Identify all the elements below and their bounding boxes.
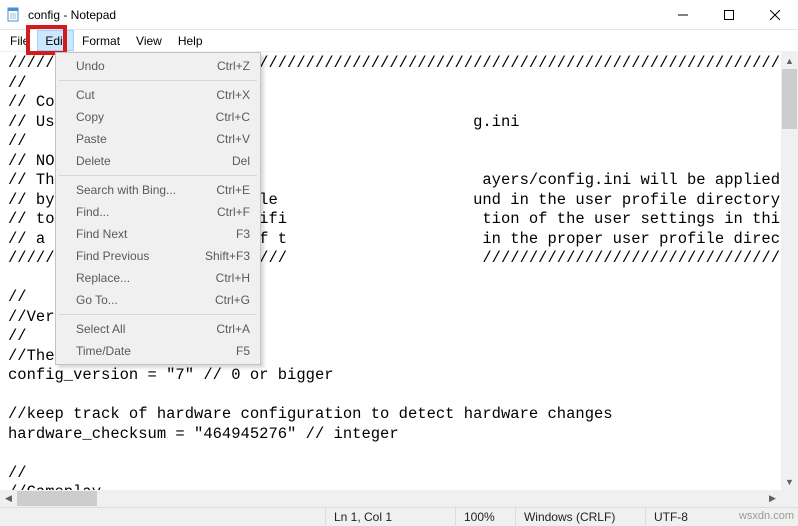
menu-item-cut[interactable]: CutCtrl+X: [58, 84, 258, 106]
menu-item-shortcut: Ctrl+E: [216, 183, 250, 197]
window-title: config - Notepad: [28, 8, 116, 22]
menu-separator: [59, 175, 257, 176]
menu-item-find-previous[interactable]: Find PreviousShift+F3: [58, 245, 258, 267]
menu-item-delete[interactable]: DeleteDel: [58, 150, 258, 172]
menu-item-time-date[interactable]: Time/DateF5: [58, 340, 258, 362]
menu-bar: File Edit Format View Help: [0, 30, 798, 52]
menu-item-paste[interactable]: PasteCtrl+V: [58, 128, 258, 150]
menu-item-label: Go To...: [76, 293, 215, 307]
maximize-button[interactable]: [706, 0, 752, 30]
scroll-left-arrow-icon[interactable]: ◀: [0, 490, 17, 507]
menu-separator: [59, 80, 257, 81]
vertical-scroll-thumb[interactable]: [782, 69, 797, 129]
menu-item-label: Find Previous: [76, 249, 205, 263]
menu-view[interactable]: View: [128, 30, 170, 51]
menu-separator: [59, 314, 257, 315]
menu-item-label: Find...: [76, 205, 217, 219]
menu-item-shortcut: Ctrl+V: [216, 132, 250, 146]
menu-item-label: Time/Date: [76, 344, 236, 358]
status-bar: Ln 1, Col 1 100% Windows (CRLF) UTF-8 ws…: [0, 507, 798, 526]
menu-item-label: Replace...: [76, 271, 216, 285]
edit-menu-dropdown: UndoCtrl+ZCutCtrl+XCopyCtrl+CPasteCtrl+V…: [55, 52, 261, 365]
notepad-icon: [6, 7, 22, 23]
menu-edit[interactable]: Edit: [37, 30, 74, 51]
menu-item-shortcut: Ctrl+F: [217, 205, 250, 219]
menu-item-label: Cut: [76, 88, 216, 102]
status-encoding: UTF-8: [645, 508, 735, 526]
menu-item-find[interactable]: Find...Ctrl+F: [58, 201, 258, 223]
scroll-right-arrow-icon[interactable]: ▶: [764, 490, 781, 507]
menu-item-label: Select All: [76, 322, 216, 336]
status-line-ending: Windows (CRLF): [515, 508, 645, 526]
minimize-button[interactable]: [660, 0, 706, 30]
menu-format[interactable]: Format: [74, 30, 128, 51]
menu-item-find-next[interactable]: Find NextF3: [58, 223, 258, 245]
menu-item-label: Undo: [76, 59, 217, 73]
horizontal-scroll-thumb[interactable]: [17, 491, 97, 506]
menu-item-shortcut: F3: [236, 227, 250, 241]
status-position: Ln 1, Col 1: [325, 508, 455, 526]
menu-item-shortcut: Del: [232, 154, 250, 168]
menu-item-undo[interactable]: UndoCtrl+Z: [58, 55, 258, 77]
menu-item-shortcut: Ctrl+X: [216, 88, 250, 102]
menu-item-shortcut: Ctrl+A: [216, 322, 250, 336]
menu-item-shortcut: Shift+F3: [205, 249, 250, 263]
close-button[interactable]: [752, 0, 798, 30]
menu-item-replace[interactable]: Replace...Ctrl+H: [58, 267, 258, 289]
status-zoom: 100%: [455, 508, 515, 526]
menu-item-label: Copy: [76, 110, 216, 124]
menu-item-select-all[interactable]: Select AllCtrl+A: [58, 318, 258, 340]
menu-item-shortcut: Ctrl+C: [216, 110, 250, 124]
menu-file[interactable]: File: [2, 30, 37, 51]
horizontal-scrollbar[interactable]: ◀ ▶: [0, 490, 781, 507]
scroll-up-arrow-icon[interactable]: ▲: [781, 52, 798, 69]
menu-item-label: Delete: [76, 154, 232, 168]
menu-item-shortcut: Ctrl+Z: [217, 59, 250, 73]
scroll-down-arrow-icon[interactable]: ▼: [781, 473, 798, 490]
menu-item-shortcut: F5: [236, 344, 250, 358]
menu-item-label: Search with Bing...: [76, 183, 216, 197]
menu-item-shortcut: Ctrl+G: [215, 293, 250, 307]
menu-item-go-to[interactable]: Go To...Ctrl+G: [58, 289, 258, 311]
title-bar: config - Notepad: [0, 0, 798, 30]
scroll-corner: [781, 490, 798, 507]
menu-item-label: Find Next: [76, 227, 236, 241]
menu-item-label: Paste: [76, 132, 216, 146]
watermark: wsxdn.com: [735, 508, 798, 526]
menu-help[interactable]: Help: [170, 30, 211, 51]
vertical-scrollbar[interactable]: ▲ ▼: [781, 52, 798, 490]
menu-item-search-with-bing[interactable]: Search with Bing...Ctrl+E: [58, 179, 258, 201]
menu-item-copy[interactable]: CopyCtrl+C: [58, 106, 258, 128]
menu-item-shortcut: Ctrl+H: [216, 271, 250, 285]
